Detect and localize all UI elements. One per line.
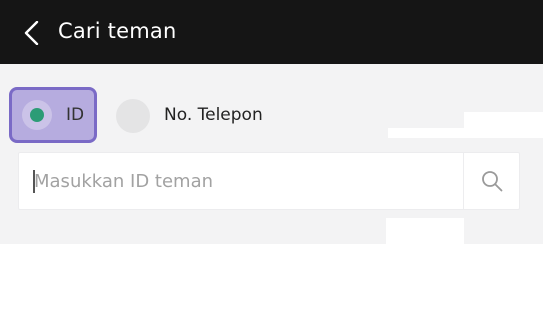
radio-button-unselected[interactable] <box>116 99 150 133</box>
radio-button-selected[interactable] <box>22 100 52 130</box>
search-icon <box>482 171 503 192</box>
radio-option-id[interactable]: ID <box>9 87 97 143</box>
overlay-artifact <box>464 112 543 132</box>
search-button[interactable] <box>464 153 520 209</box>
radio-option-phone[interactable]: No. Telepon <box>114 97 274 135</box>
radio-option-phone-label: No. Telepon <box>164 105 263 125</box>
back-button[interactable] <box>14 14 50 50</box>
radio-option-id-label: ID <box>66 105 85 125</box>
search-field-container <box>18 152 520 210</box>
search-input[interactable] <box>19 153 463 209</box>
chevron-left-icon <box>24 21 39 45</box>
page-title: Cari teman <box>58 19 177 43</box>
radio-dot-indicator <box>30 108 44 122</box>
header-bar: Cari teman <box>0 0 543 64</box>
text-cursor <box>33 170 35 193</box>
overlay-artifact <box>0 244 543 328</box>
